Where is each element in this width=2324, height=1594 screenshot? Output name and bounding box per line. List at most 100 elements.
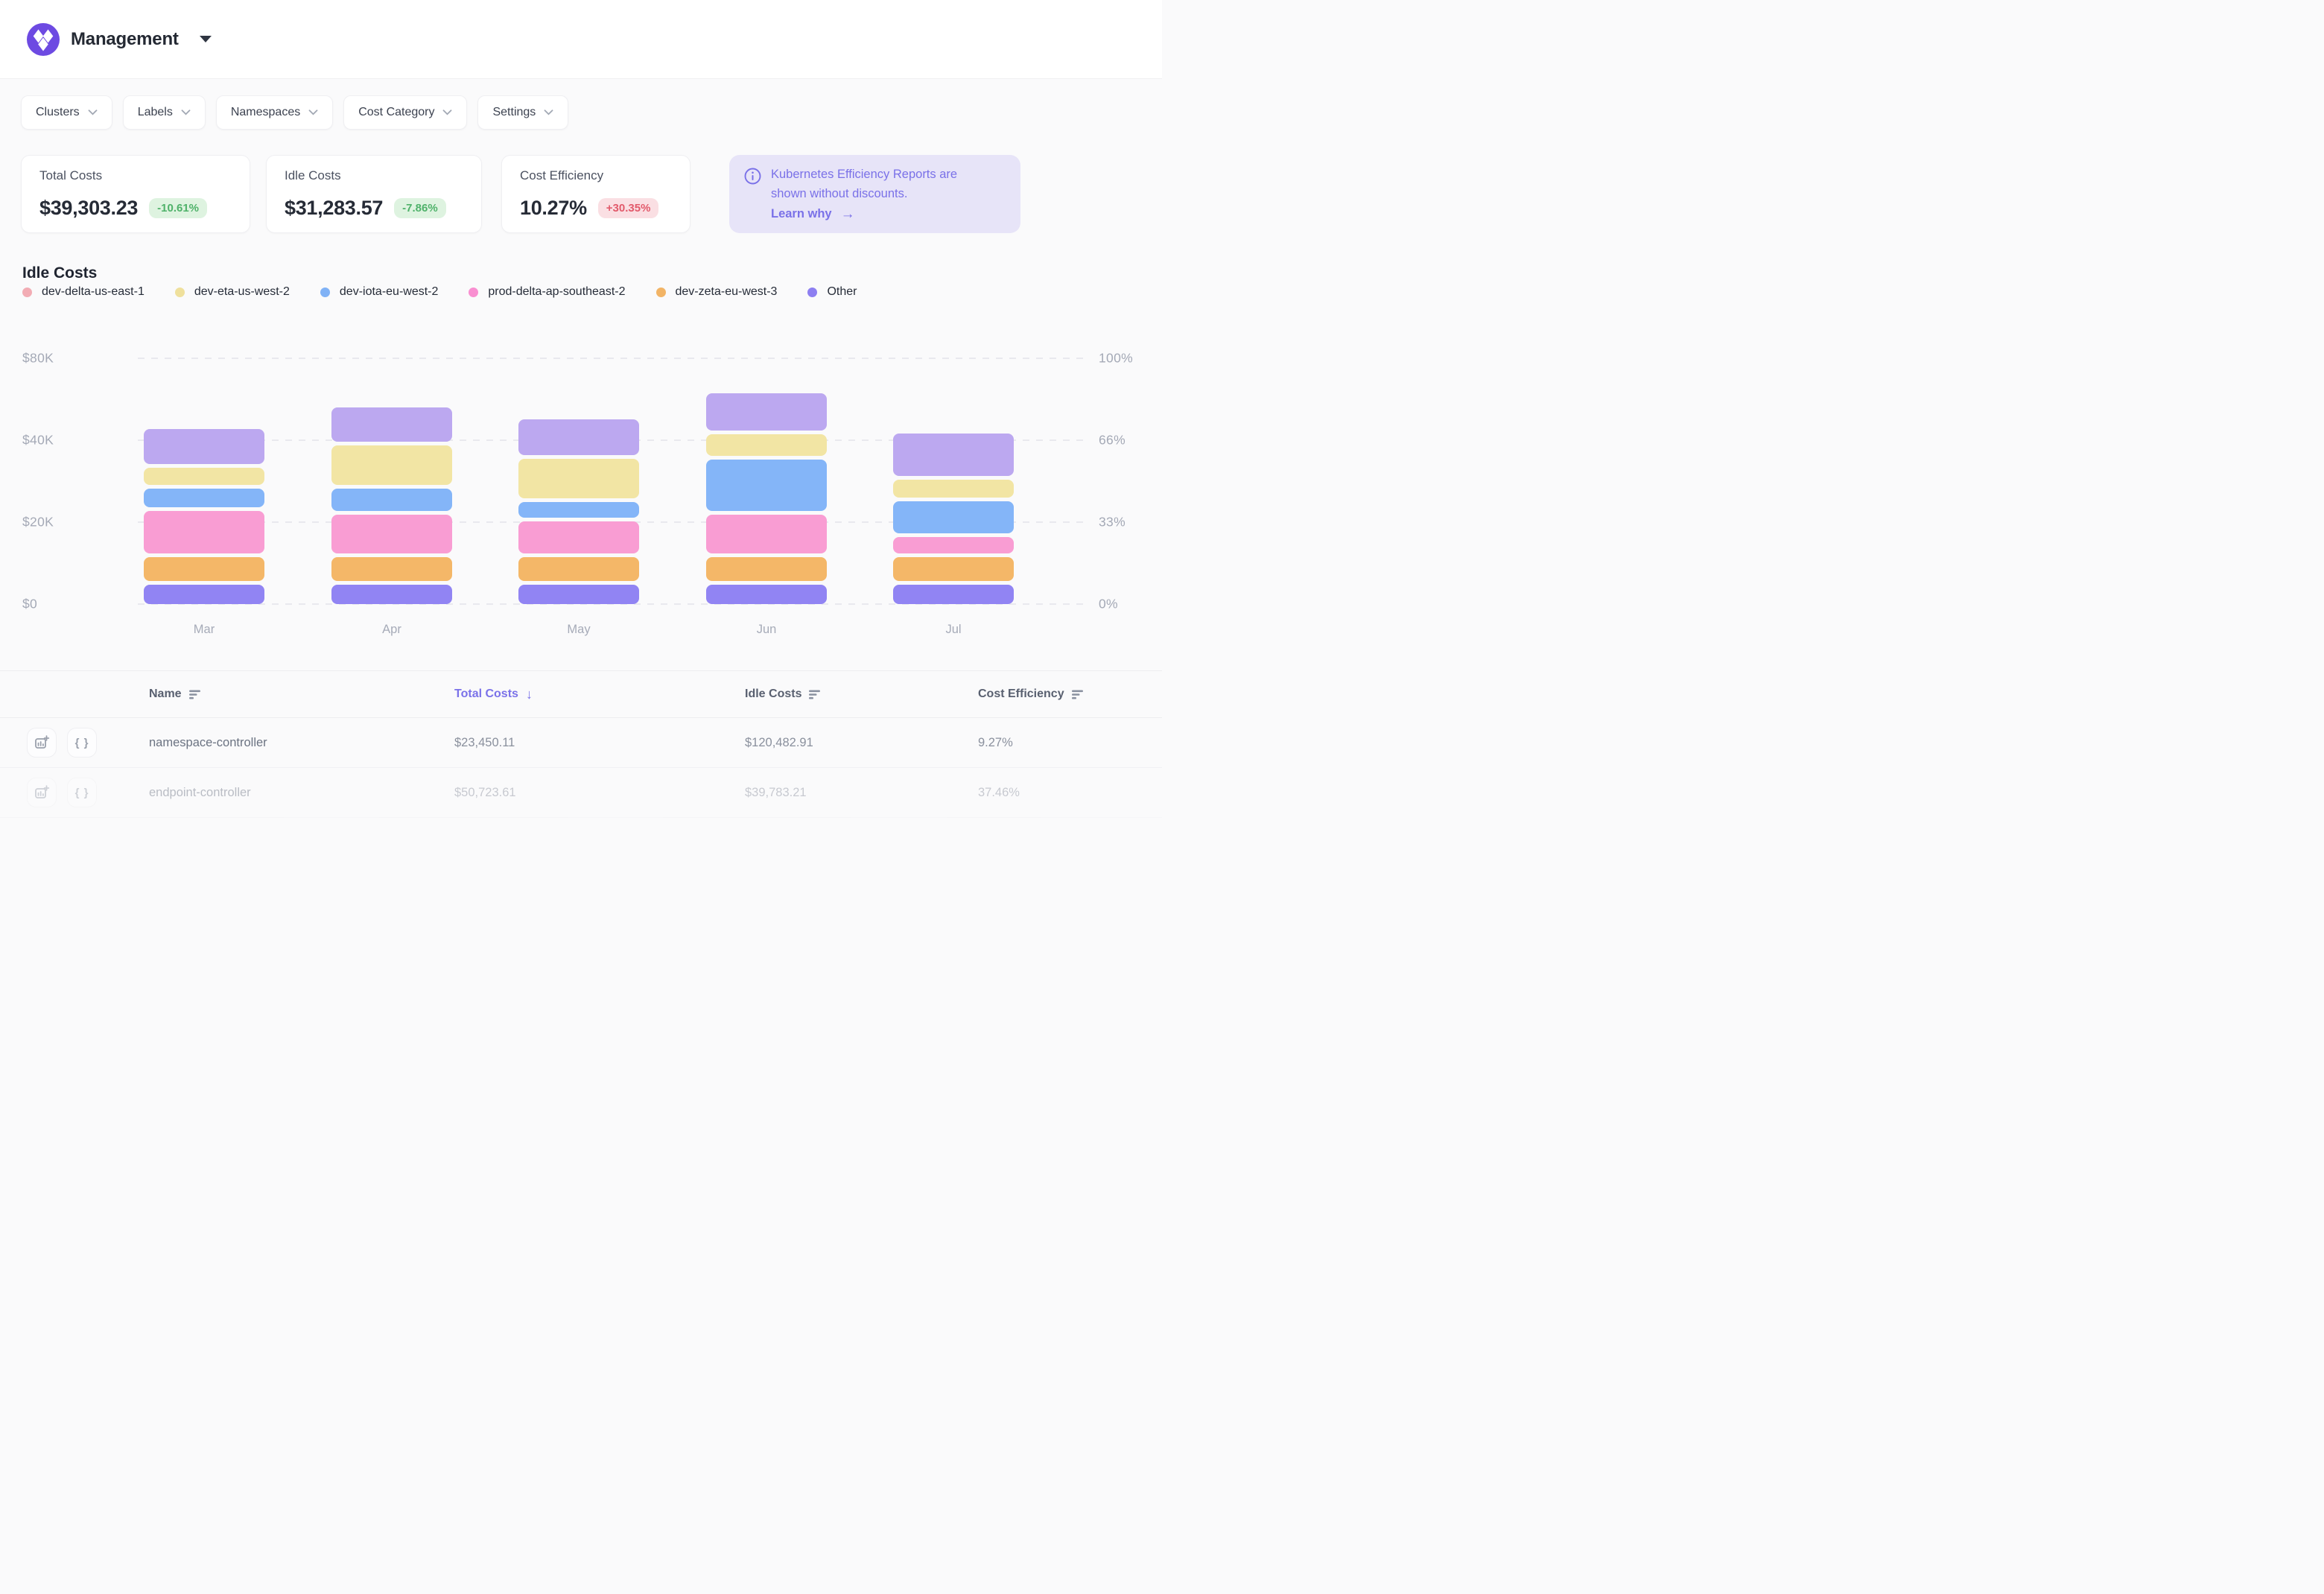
delta-badge: -10.61% [149, 198, 207, 218]
bar-segment-Other[interactable] [331, 585, 452, 604]
legend-dot-icon [175, 288, 185, 297]
labels-filter-button[interactable]: Labels [123, 95, 206, 130]
bar-segment-dev-zeta-eu-west-3[interactable] [893, 557, 1014, 581]
legend-label: dev-iota-eu-west-2 [340, 285, 439, 299]
arrow-right-icon: → [841, 203, 855, 225]
bar-segment-Other[interactable] [518, 585, 639, 604]
learn-why-label: Learn why [771, 205, 832, 224]
bar-segment-Other[interactable] [706, 585, 827, 604]
filter-label: Settings [492, 106, 536, 119]
workloads-table: Name Total Costs ↓ Idle Costs Cost Effic… [0, 670, 1162, 818]
y-axis-tick-left: $20K [22, 515, 54, 530]
x-axis-label: Jul [893, 623, 1014, 637]
bar-segment-dev-iota-eu-west-2[interactable] [518, 502, 639, 518]
view-yaml-button[interactable]: { } [67, 778, 97, 807]
bar-segment-dev-eta-us-west-2[interactable] [706, 434, 827, 456]
open-report-button[interactable] [27, 728, 57, 758]
bar-segment-dev-zeta-eu-west-3[interactable] [144, 557, 264, 581]
bar-segment-Other[interactable] [144, 585, 264, 604]
x-axis-label: Mar [144, 623, 264, 637]
stat-label: Idle Costs [285, 168, 463, 183]
bar-segment-Other[interactable] [893, 585, 1014, 604]
stat-label: Total Costs [39, 168, 232, 183]
bar-segment-prod-delta-ap-southeast-2[interactable] [144, 511, 264, 553]
row-idle-costs: $120,482.91 [745, 736, 978, 750]
column-header-cost-efficiency[interactable]: Cost Efficiency [978, 688, 1162, 701]
bar-segment-dev-eta-us-west-2[interactable] [518, 459, 639, 498]
table-row[interactable]: { } endpoint-controller $50,723.61 $39,7… [0, 768, 1162, 818]
legend-item[interactable]: prod-delta-ap-southeast-2 [469, 285, 625, 299]
top-bar: Management [0, 0, 1162, 79]
bar-segment-dev-iota-eu-west-2[interactable] [893, 501, 1014, 533]
bar-segment-dev-delta-us-east-1[interactable] [706, 393, 827, 431]
legend-label: dev-delta-us-east-1 [42, 285, 145, 299]
column-header-total-costs[interactable]: Total Costs ↓ [454, 687, 745, 702]
bar-segment-dev-iota-eu-west-2[interactable] [706, 460, 827, 511]
namespaces-filter-button[interactable]: Namespaces [216, 95, 333, 130]
settings-filter-button[interactable]: Settings [477, 95, 568, 130]
y-axis-tick-left: $40K [22, 433, 54, 448]
bar-segment-prod-delta-ap-southeast-2[interactable] [706, 515, 827, 553]
x-axis-label: Apr [331, 623, 452, 637]
bar-segment-dev-delta-us-east-1[interactable] [144, 429, 264, 464]
bar-segment-dev-delta-us-east-1[interactable] [331, 407, 452, 442]
cost-category-filter-button[interactable]: Cost Category [343, 95, 467, 130]
filter-label: Labels [138, 106, 173, 119]
bar-segment-dev-zeta-eu-west-3[interactable] [706, 557, 827, 581]
bar-jul[interactable] [893, 434, 1014, 604]
learn-why-link[interactable]: Learn why → [771, 203, 994, 225]
x-axis-label: May [518, 623, 639, 637]
legend-item[interactable]: dev-delta-us-east-1 [22, 285, 145, 299]
bar-segment-dev-zeta-eu-west-3[interactable] [518, 557, 639, 581]
bar-apr[interactable] [331, 407, 452, 604]
title-dropdown-caret-icon[interactable] [200, 36, 212, 42]
sort-lines-icon [189, 690, 201, 699]
legend-item[interactable]: dev-iota-eu-west-2 [320, 285, 439, 299]
column-header-idle-costs[interactable]: Idle Costs [745, 688, 978, 701]
bar-segment-dev-iota-eu-west-2[interactable] [144, 489, 264, 507]
clusters-filter-button[interactable]: Clusters [21, 95, 112, 130]
bar-segment-prod-delta-ap-southeast-2[interactable] [331, 515, 452, 553]
view-yaml-button[interactable]: { } [67, 728, 97, 758]
column-header-name[interactable]: Name [149, 688, 454, 701]
bar-segment-dev-iota-eu-west-2[interactable] [331, 489, 452, 511]
row-name: endpoint-controller [149, 786, 454, 800]
legend-item[interactable]: dev-eta-us-west-2 [175, 285, 290, 299]
legend-label: dev-eta-us-west-2 [194, 285, 290, 299]
row-idle-costs: $39,783.21 [745, 786, 978, 800]
y-axis-tick-right: 100% [1099, 351, 1133, 366]
bar-mar[interactable] [144, 429, 264, 604]
bar-segment-prod-delta-ap-southeast-2[interactable] [893, 537, 1014, 553]
curly-braces-icon: { } [75, 737, 89, 749]
legend-dot-icon [320, 288, 330, 297]
bar-segment-dev-eta-us-west-2[interactable] [144, 468, 264, 485]
stat-value: 10.27% [520, 197, 587, 220]
total-costs-card: Total Costs $39,303.23 -10.61% [21, 155, 250, 233]
row-total-costs: $23,450.11 [454, 736, 745, 750]
info-circle-icon [744, 168, 761, 223]
idle-costs-chart: $80K $40K $20K $0 100% 66% 33% 0% MarApr… [0, 328, 1162, 648]
bar-segment-dev-eta-us-west-2[interactable] [893, 480, 1014, 498]
bar-chart-plus-icon [34, 734, 50, 751]
bar-segment-dev-eta-us-west-2[interactable] [331, 445, 452, 485]
curly-braces-icon: { } [75, 787, 89, 799]
legend-label: dev-zeta-eu-west-3 [676, 285, 778, 299]
bar-may[interactable] [518, 419, 639, 604]
stat-label: Cost Efficiency [520, 168, 672, 183]
y-axis-tick-left: $0 [22, 597, 37, 612]
stat-value: $39,303.23 [39, 197, 138, 220]
table-row[interactable]: { } namespace-controller $23,450.11 $120… [0, 718, 1162, 768]
filter-bar: Clusters Labels Namespaces Cost Category… [21, 95, 568, 130]
bar-segment-dev-delta-us-east-1[interactable] [893, 434, 1014, 476]
legend-label: Other [827, 285, 857, 299]
bar-segment-prod-delta-ap-southeast-2[interactable] [518, 521, 639, 553]
legend-item[interactable]: dev-zeta-eu-west-3 [656, 285, 778, 299]
legend-dot-icon [469, 288, 478, 297]
bar-segment-dev-zeta-eu-west-3[interactable] [331, 557, 452, 581]
bar-segment-dev-delta-us-east-1[interactable] [518, 419, 639, 455]
legend-item[interactable]: Other [807, 285, 857, 299]
page-title[interactable]: Management [71, 29, 179, 50]
filter-label: Clusters [36, 106, 80, 119]
bar-jun[interactable] [706, 393, 827, 604]
open-report-button[interactable] [27, 778, 57, 807]
